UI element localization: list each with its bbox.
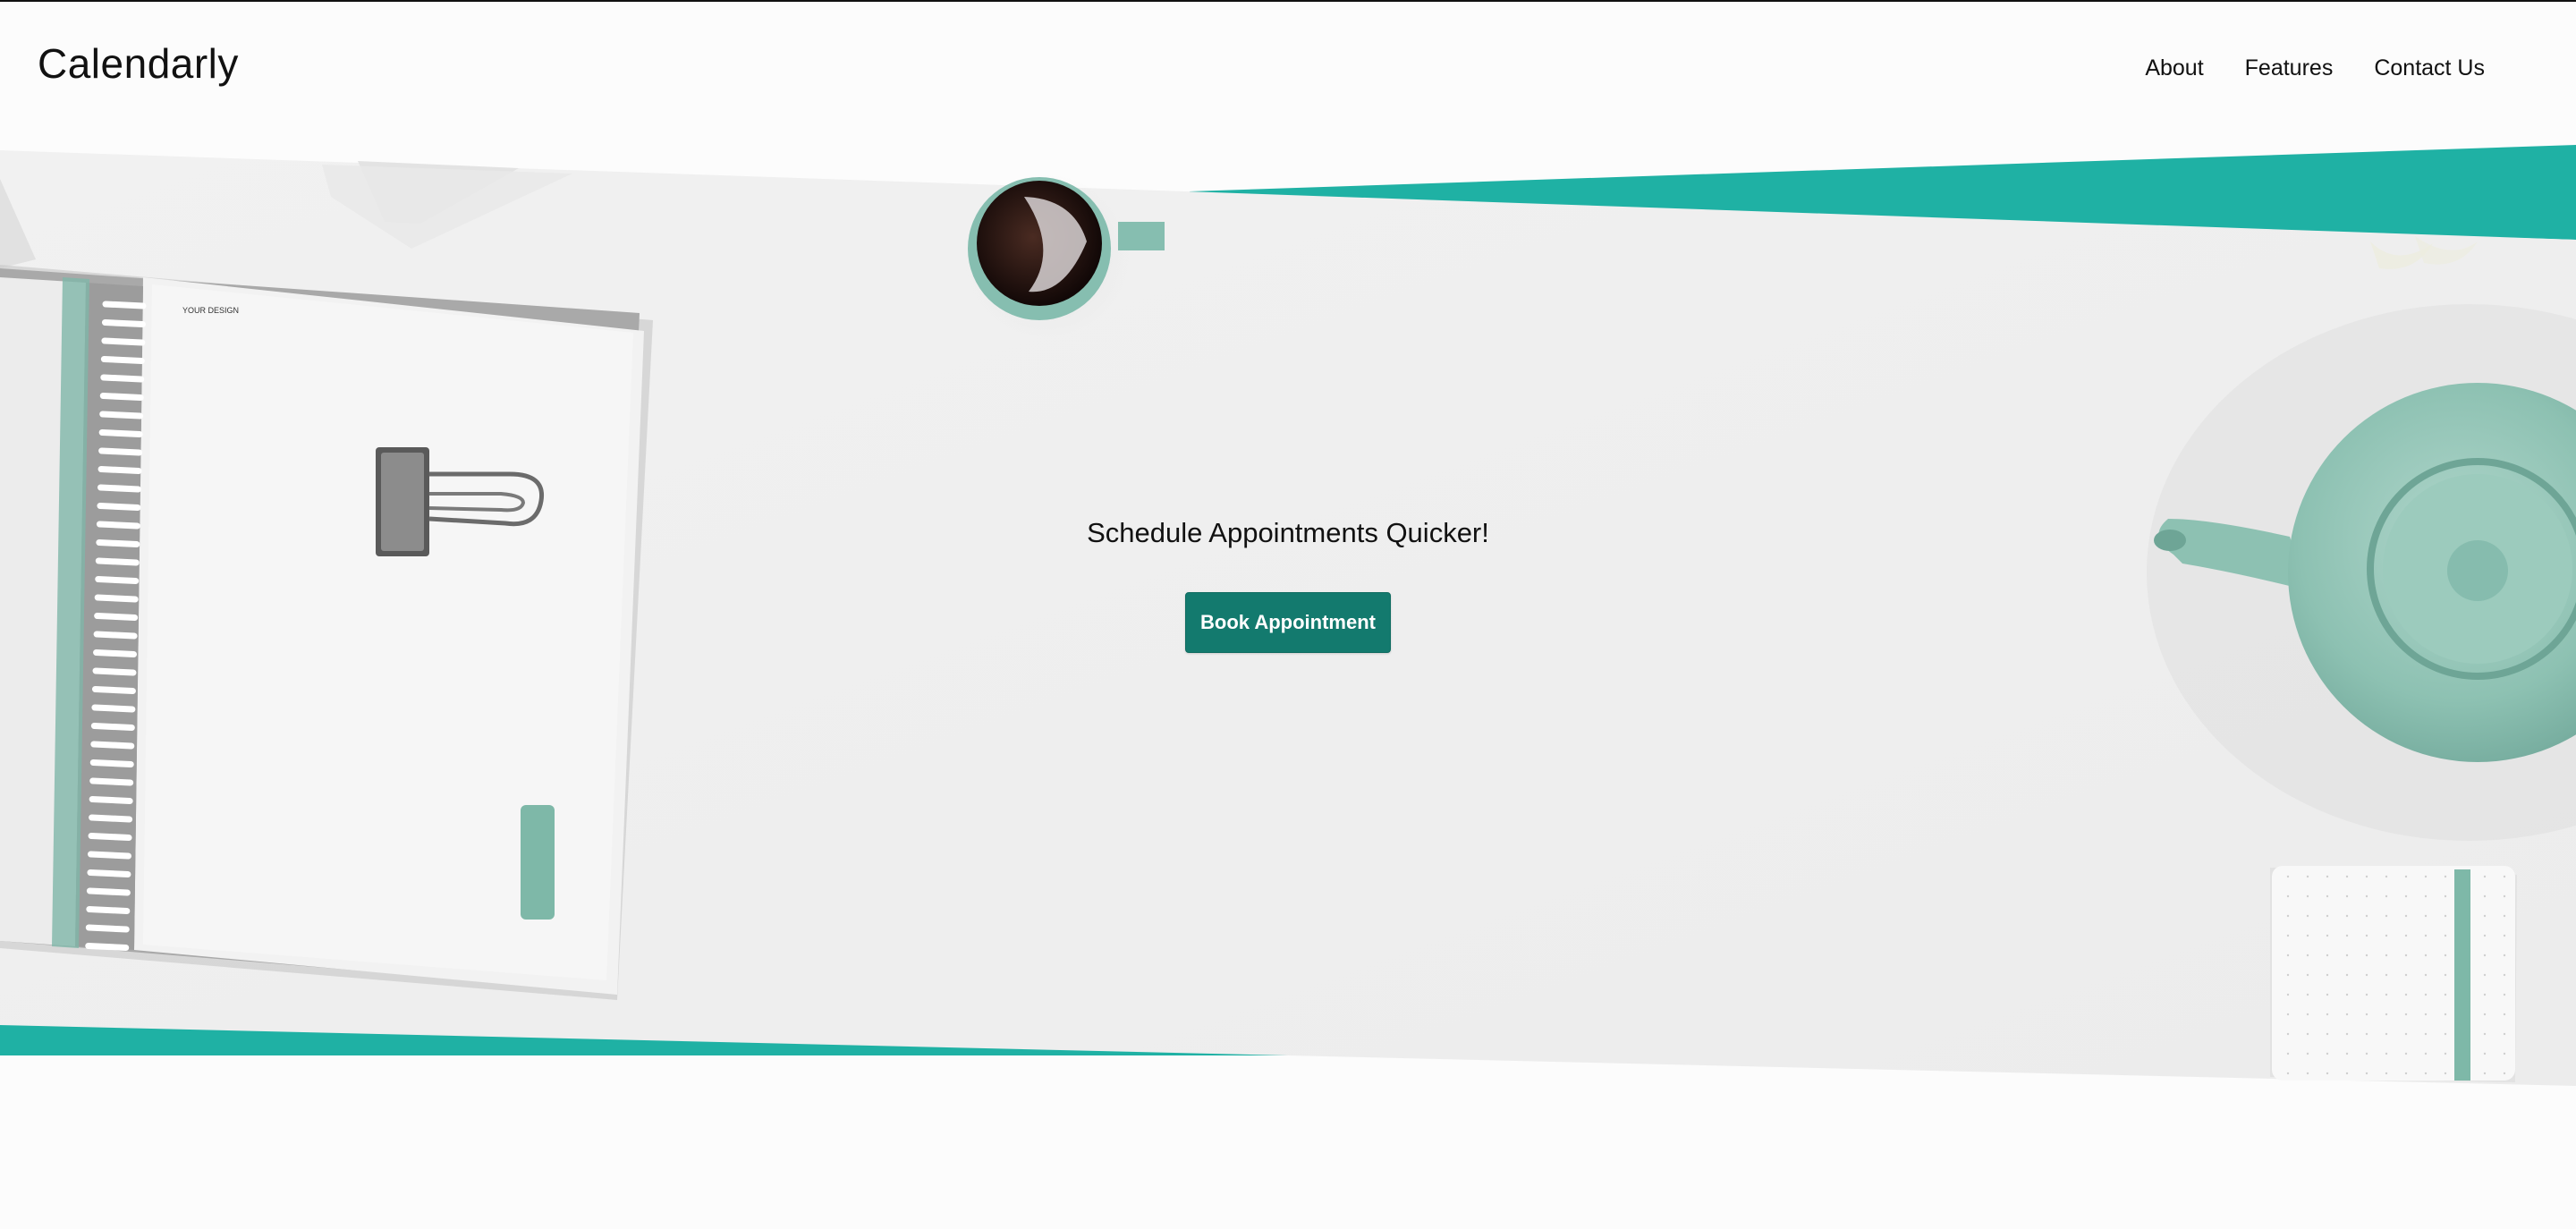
notebook-ring (86, 906, 131, 914)
notebook-ring (89, 759, 134, 767)
notebook-ring (102, 301, 147, 309)
notebook-ring (95, 557, 140, 566)
notebook-ring (98, 447, 143, 456)
notebook-ring (93, 631, 138, 640)
notebook-ring (97, 484, 141, 493)
notebook-ring (90, 723, 135, 731)
nav-features-link[interactable]: Features (2245, 55, 2334, 81)
notebook-ring (101, 337, 146, 346)
notebook-ring (89, 777, 134, 786)
notebook-ring (100, 356, 145, 364)
notebook-ring (101, 319, 146, 327)
notebook-cover-text: YOUR DESIGN (182, 306, 239, 315)
notebook-ring (85, 924, 130, 933)
notebook-ring (88, 833, 132, 841)
notebook-ring (99, 393, 144, 401)
notebook-ring (97, 503, 141, 511)
notebook-ring (100, 374, 145, 383)
notebook-ring (89, 796, 133, 804)
notebook-image: YOUR DESIGN (0, 265, 653, 1000)
notebook-ring (86, 887, 131, 896)
notebook-ring (92, 667, 137, 676)
notebook-ring (93, 649, 138, 657)
nav-about-link[interactable]: About (2145, 55, 2203, 81)
notebook-ring (94, 594, 139, 603)
dotted-notebook-image (2270, 866, 2517, 1082)
notebook-ring (90, 741, 135, 750)
main-nav: About Features Contact Us (2145, 55, 2485, 81)
hero-headline: Schedule Appointments Quicker! (1087, 517, 1489, 548)
notebook-ring (91, 704, 136, 713)
eraser-image (521, 805, 555, 920)
notebook-ring (99, 411, 144, 420)
notebook-ring (91, 686, 136, 694)
notebook-ring (94, 613, 139, 621)
notebook-ring (89, 814, 133, 823)
notebook-ring (98, 429, 143, 437)
top-border (0, 0, 2576, 2)
notebook-ring (87, 869, 131, 877)
nav-contact-link[interactable]: Contact Us (2374, 55, 2485, 81)
notebook-ring (85, 943, 130, 951)
page: Calendarly About Features Contact Us YOU… (0, 0, 2576, 1229)
notebook-ring (97, 466, 142, 474)
notebook-ring (88, 851, 131, 860)
book-appointment-button[interactable]: Book Appointment (1185, 592, 1391, 653)
notebook-ring (95, 576, 140, 584)
brand-logo[interactable]: Calendarly (38, 39, 239, 88)
